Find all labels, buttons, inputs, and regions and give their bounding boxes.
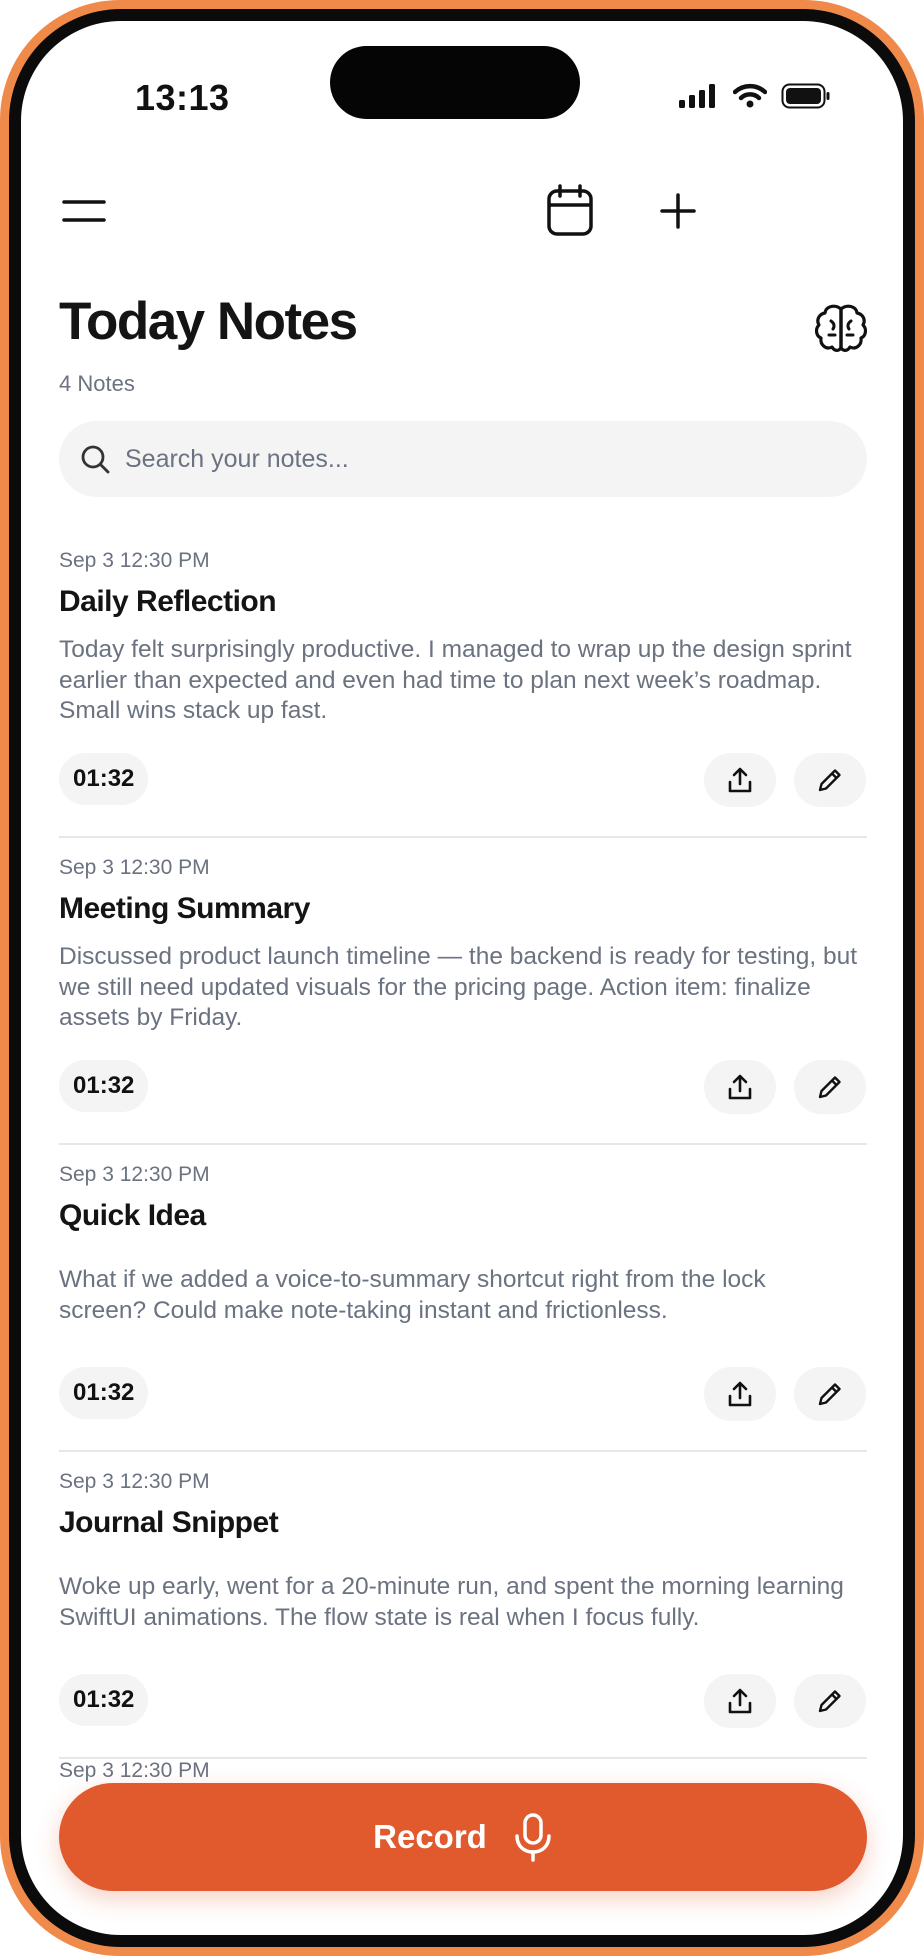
screen: 13:13 Today Notes 4 Notes Search your no… — [21, 21, 903, 1935]
note-body: Discussed product launch timeline — the … — [59, 943, 858, 1031]
dynamic-island — [330, 46, 580, 119]
pencil-icon — [818, 1076, 841, 1099]
record-label: Record — [373, 1818, 487, 1855]
note-card[interactable]: Sep 3 12:30 PM Meeting Summary Discussed… — [59, 838, 867, 1145]
search-placeholder[interactable]: Search your notes... — [125, 445, 349, 474]
edit-button[interactable] — [794, 753, 866, 807]
note-duration[interactable]: 01:32 — [59, 753, 149, 805]
notes-count: 4 Notes — [59, 371, 135, 396]
signal-icon — [679, 84, 715, 108]
notes-list: Sep 3 12:30 PM Daily Reflection Today fe… — [59, 531, 867, 1759]
edit-button[interactable] — [794, 1060, 866, 1114]
note-card[interactable]: Sep 3 12:30 PM Journal Snippet Woke up e… — [59, 1452, 867, 1759]
note-title: Journal Snippet — [59, 1506, 279, 1539]
share-button[interactable] — [704, 1060, 776, 1114]
share-button[interactable] — [704, 1367, 776, 1421]
note-date: Sep 3 12:30 PM — [59, 856, 210, 879]
search-bar[interactable]: Search your notes... — [59, 421, 867, 497]
note-duration[interactable]: 01:32 — [59, 1060, 149, 1112]
plus-icon — [660, 193, 696, 229]
menu-button[interactable] — [54, 181, 114, 241]
device-bezel: 13:13 Today Notes 4 Notes Search your no… — [9, 9, 915, 1947]
share-icon — [728, 1381, 752, 1407]
note-card[interactable]: Sep 3 12:30 PM Quick Idea What if we add… — [59, 1145, 867, 1452]
note-duration[interactable]: 01:32 — [59, 1367, 149, 1419]
pencil-icon — [818, 769, 841, 792]
battery-icon — [781, 83, 830, 109]
share-icon — [728, 1688, 752, 1714]
note-body: Woke up early, went for a 20-minute run,… — [59, 1573, 844, 1631]
calendar-icon — [547, 184, 593, 236]
search-icon — [81, 445, 110, 474]
calendar-button[interactable] — [540, 181, 600, 241]
share-icon — [728, 767, 752, 793]
add-note-button[interactable] — [648, 181, 708, 241]
status-icons — [679, 83, 831, 109]
pencil-icon — [818, 1383, 841, 1406]
note-date: Sep 3 12:30 PM — [59, 1470, 210, 1493]
ai-button[interactable] — [813, 301, 869, 357]
note-date-partial: Sep 3 12:30 PM — [59, 1759, 210, 1782]
note-date: Sep 3 12:30 PM — [59, 1163, 210, 1186]
note-title: Quick Idea — [59, 1199, 206, 1232]
menu-icon — [62, 200, 106, 222]
record-button[interactable]: Record — [59, 1783, 867, 1891]
share-icon — [728, 1074, 752, 1100]
page-title: Today Notes — [59, 292, 358, 351]
note-duration[interactable]: 01:32 — [59, 1674, 149, 1726]
device-frame: 13:13 Today Notes 4 Notes Search your no… — [0, 0, 924, 1956]
note-title: Daily Reflection — [59, 585, 277, 618]
note-body: What if we added a voice-to-summary shor… — [59, 1266, 766, 1324]
note-body: Today felt surprisingly productive. I ma… — [59, 636, 852, 724]
note-date: Sep 3 12:30 PM — [59, 549, 210, 572]
microphone-icon — [515, 1813, 551, 1862]
brain-icon — [814, 304, 868, 352]
edit-button[interactable] — [794, 1367, 866, 1421]
share-button[interactable] — [704, 1674, 776, 1728]
share-button[interactable] — [704, 753, 776, 807]
pencil-icon — [818, 1690, 841, 1713]
note-card[interactable]: Sep 3 12:30 PM Daily Reflection Today fe… — [59, 531, 867, 838]
status-time: 13:13 — [135, 77, 230, 118]
edit-button[interactable] — [794, 1674, 866, 1728]
wifi-icon — [733, 83, 767, 108]
note-title: Meeting Summary — [59, 892, 310, 925]
